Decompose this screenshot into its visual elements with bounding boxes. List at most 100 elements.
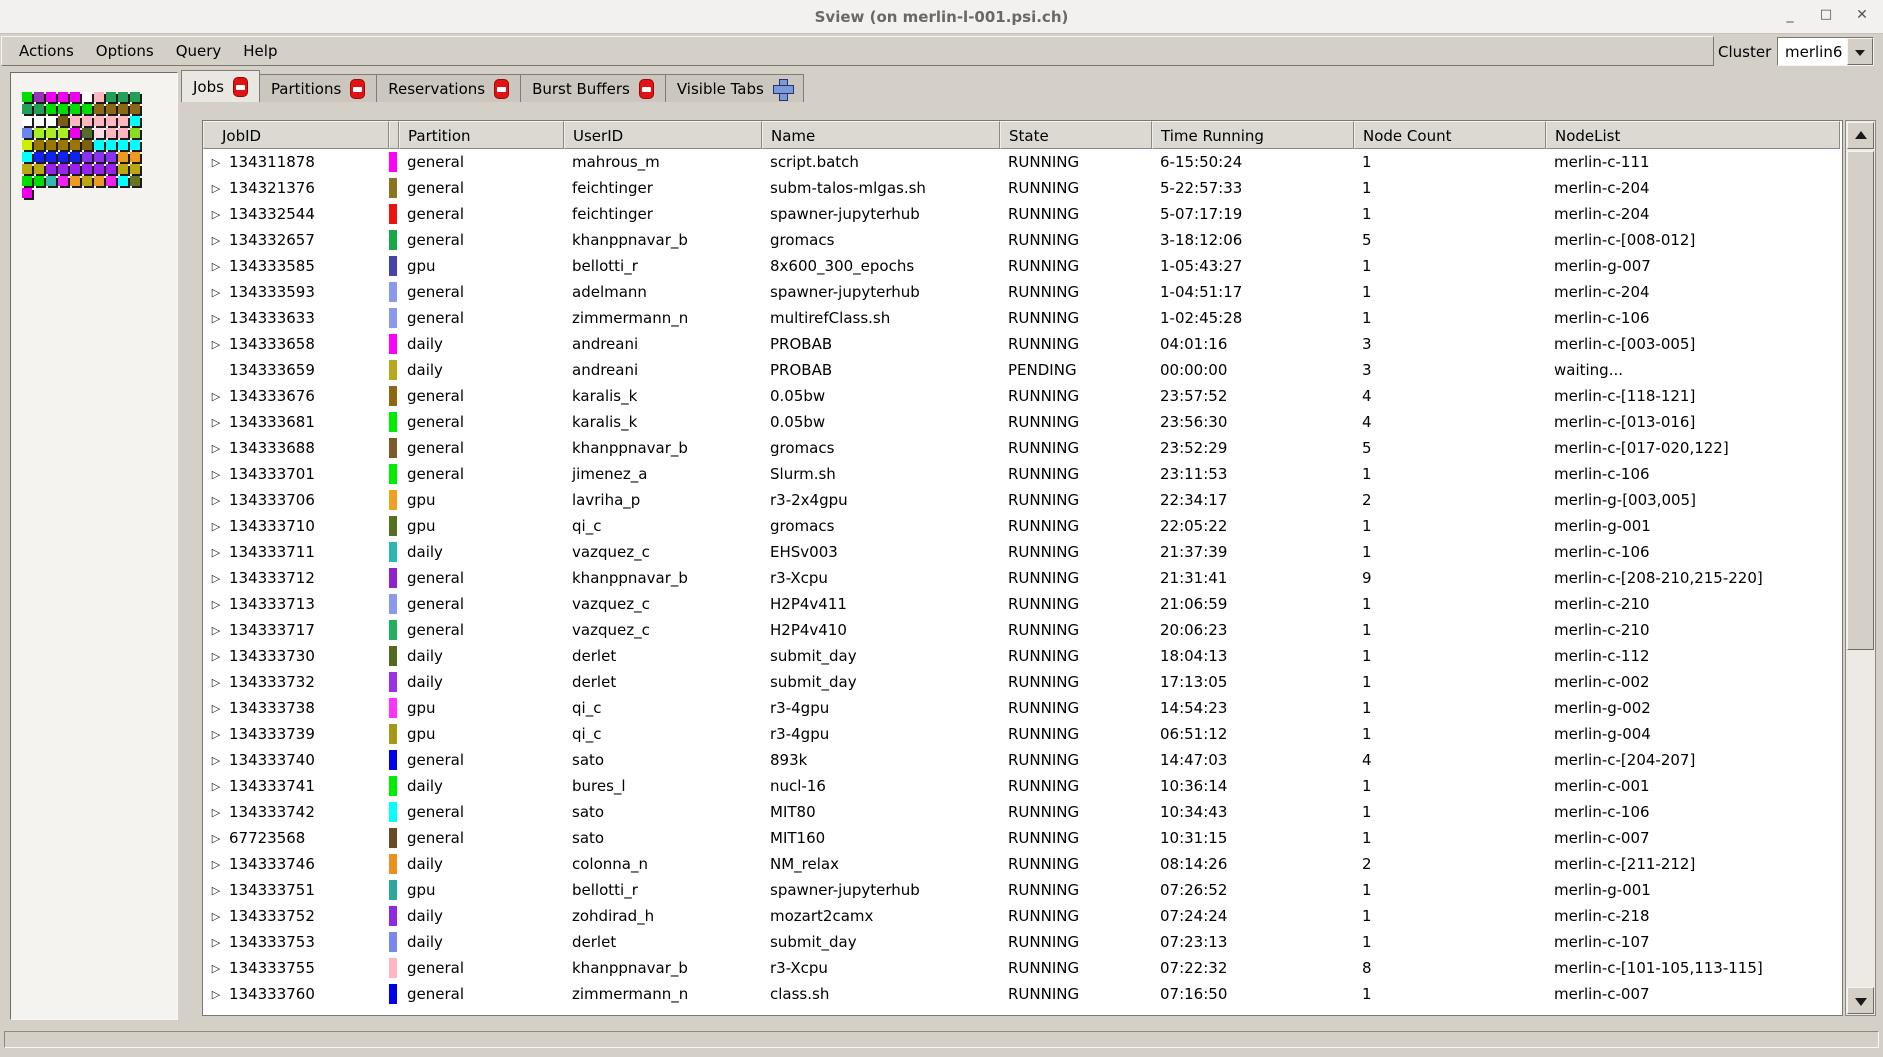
node-square[interactable] bbox=[58, 92, 68, 102]
table-row[interactable]: ▷134333681generalkaralis_k0.05bwRUNNING2… bbox=[203, 409, 1842, 435]
node-square[interactable] bbox=[58, 116, 68, 126]
node-square[interactable] bbox=[22, 116, 32, 126]
expander-icon[interactable]: ▷ bbox=[210, 416, 222, 429]
node-square[interactable] bbox=[130, 128, 140, 138]
node-square[interactable] bbox=[46, 164, 56, 174]
node-square[interactable] bbox=[70, 152, 80, 162]
node-square[interactable] bbox=[106, 176, 116, 186]
scroll-down-icon[interactable] bbox=[1847, 987, 1874, 1014]
expander-icon[interactable]: ▷ bbox=[210, 520, 222, 533]
close-icon[interactable]: ✕ bbox=[1853, 7, 1871, 23]
scroll-up-icon[interactable] bbox=[1847, 122, 1874, 149]
table-row[interactable]: ▷134332657generalkhanppnavar_bgromacsRUN… bbox=[203, 227, 1842, 253]
table-row[interactable]: ▷134333730dailyderletsubmit_dayRUNNING18… bbox=[203, 643, 1842, 669]
menu-help[interactable]: Help bbox=[232, 37, 288, 65]
column-header-jobid[interactable]: JobID bbox=[203, 121, 389, 149]
node-square[interactable] bbox=[118, 164, 128, 174]
node-square[interactable] bbox=[130, 176, 140, 186]
expander-icon[interactable]: ▷ bbox=[210, 858, 222, 871]
column-header-name[interactable]: Name bbox=[762, 121, 1000, 149]
table-row[interactable]: ▷134333593generaladelmannspawner-jupyter… bbox=[203, 279, 1842, 305]
node-square[interactable] bbox=[22, 92, 32, 102]
node-square[interactable] bbox=[118, 128, 128, 138]
node-square[interactable] bbox=[82, 152, 92, 162]
table-row[interactable]: ▷134333706gpulavriha_pr3-2x4gpuRUNNING22… bbox=[203, 487, 1842, 513]
menu-query[interactable]: Query bbox=[165, 37, 233, 65]
expander-icon[interactable]: ▷ bbox=[210, 936, 222, 949]
table-row[interactable]: ▷134333712generalkhanppnavar_br3-XcpuRUN… bbox=[203, 565, 1842, 591]
column-header-userid[interactable]: UserID bbox=[564, 121, 762, 149]
node-square[interactable] bbox=[22, 176, 32, 186]
expander-icon[interactable]: ▷ bbox=[210, 702, 222, 715]
maximize-icon[interactable]: □ bbox=[1817, 7, 1835, 23]
table-row[interactable]: ▷134333585gpubellotti_r8x600_300_epochsR… bbox=[203, 253, 1842, 279]
node-square[interactable] bbox=[46, 128, 56, 138]
node-square[interactable] bbox=[58, 128, 68, 138]
node-square[interactable] bbox=[118, 116, 128, 126]
node-square[interactable] bbox=[94, 104, 104, 114]
expander-icon[interactable]: ▷ bbox=[210, 312, 222, 325]
expander-icon[interactable]: ▷ bbox=[210, 988, 222, 1001]
node-square[interactable] bbox=[118, 152, 128, 162]
node-square[interactable] bbox=[34, 140, 44, 150]
expander-icon[interactable]: ▷ bbox=[210, 676, 222, 689]
node-square[interactable] bbox=[118, 176, 128, 186]
expander-icon[interactable]: ▷ bbox=[210, 208, 222, 221]
expander-icon[interactable]: ▷ bbox=[210, 338, 222, 351]
node-square[interactable] bbox=[94, 92, 104, 102]
node-square[interactable] bbox=[106, 152, 116, 162]
node-square[interactable] bbox=[106, 128, 116, 138]
node-square[interactable] bbox=[46, 176, 56, 186]
node-square[interactable] bbox=[70, 92, 80, 102]
table-row[interactable]: ▷134333760generalzimmermann_nclass.shRUN… bbox=[203, 981, 1842, 1007]
node-square[interactable] bbox=[34, 164, 44, 174]
node-square[interactable] bbox=[70, 140, 80, 150]
node-square[interactable] bbox=[106, 116, 116, 126]
node-square[interactable] bbox=[22, 104, 32, 114]
expander-icon[interactable]: ▷ bbox=[210, 832, 222, 845]
node-square[interactable] bbox=[130, 164, 140, 174]
node-square[interactable] bbox=[82, 104, 92, 114]
table-row[interactable]: ▷134333711dailyvazquez_cEHSv003RUNNING21… bbox=[203, 539, 1842, 565]
node-square[interactable] bbox=[94, 140, 104, 150]
tab-visible-tabs[interactable]: Visible Tabs bbox=[665, 74, 804, 102]
table-row[interactable]: ▷134333710gpuqi_cgromacsRUNNING22:05:221… bbox=[203, 513, 1842, 539]
expander-icon[interactable]: ▷ bbox=[210, 650, 222, 663]
table-row[interactable]: ▷134311878generalmahrous_mscript.batchRU… bbox=[203, 149, 1842, 175]
node-square[interactable] bbox=[58, 152, 68, 162]
table-row[interactable]: ▷134333746dailycolonna_nNM_relaxRUNNING0… bbox=[203, 851, 1842, 877]
column-header-nodelist[interactable]: NodeList bbox=[1546, 121, 1840, 149]
expander-icon[interactable]: ▷ bbox=[210, 884, 222, 897]
column-header-spacer[interactable] bbox=[389, 121, 399, 149]
node-square[interactable] bbox=[82, 116, 92, 126]
node-square[interactable] bbox=[94, 128, 104, 138]
node-square[interactable] bbox=[34, 92, 44, 102]
table-row[interactable]: ▷134333755generalkhanppnavar_br3-XcpuRUN… bbox=[203, 955, 1842, 981]
node-square[interactable] bbox=[46, 152, 56, 162]
cluster-combobox[interactable]: merlin6 bbox=[1777, 37, 1874, 66]
node-square[interactable] bbox=[46, 104, 56, 114]
node-square[interactable] bbox=[82, 128, 92, 138]
tab-reservations[interactable]: Reservations bbox=[376, 74, 521, 102]
node-square[interactable] bbox=[130, 152, 140, 162]
expander-icon[interactable]: ▷ bbox=[210, 390, 222, 403]
node-square[interactable] bbox=[106, 140, 116, 150]
node-square[interactable] bbox=[130, 92, 140, 102]
node-square[interactable] bbox=[130, 104, 140, 114]
expander-icon[interactable]: ▷ bbox=[210, 468, 222, 481]
expander-icon[interactable]: ▷ bbox=[210, 572, 222, 585]
table-row[interactable]: ▷134333717generalvazquez_cH2P4v410RUNNIN… bbox=[203, 617, 1842, 643]
node-square[interactable] bbox=[94, 116, 104, 126]
node-square[interactable] bbox=[82, 140, 92, 150]
table-row[interactable]: ▷134333740generalsato893kRUNNING14:47:03… bbox=[203, 747, 1842, 773]
table-row[interactable]: ▷134333742generalsatoMIT80RUNNING10:34:4… bbox=[203, 799, 1842, 825]
table-row[interactable]: ▷134333701generaljimenez_aSlurm.shRUNNIN… bbox=[203, 461, 1842, 487]
node-square[interactable] bbox=[34, 116, 44, 126]
node-square[interactable] bbox=[118, 92, 128, 102]
node-square[interactable] bbox=[70, 164, 80, 174]
column-header-partition[interactable]: Partition bbox=[399, 121, 564, 149]
node-square[interactable] bbox=[106, 164, 116, 174]
node-square[interactable] bbox=[106, 104, 116, 114]
expander-icon[interactable]: ▷ bbox=[210, 546, 222, 559]
column-header-node-count[interactable]: Node Count bbox=[1354, 121, 1546, 149]
